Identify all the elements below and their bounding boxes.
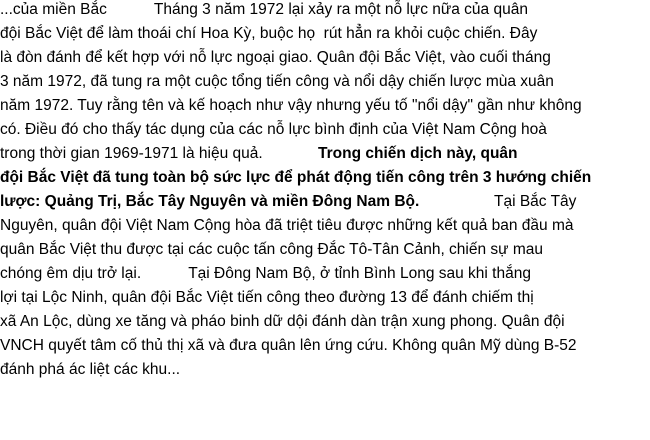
text-line-1: ...của miền Bắc Tháng 3 năm 1972 lại xảy… [0, 1, 528, 18]
bold-text-line-8: đội Bắc Việt đã tung toàn bộ sức lực để … [0, 169, 592, 186]
text-line-4: 3 năm 1972, đã tung ra một cuộc tổng tiế… [0, 73, 554, 90]
text-line-10: Nguyên, quân đội Việt Nam Cộng hòa đã tr… [0, 217, 574, 234]
text-line-15: VNCH quyết tâm cố thủ thị xã và đưa quân… [0, 337, 577, 354]
text-line-9-tail: Tại Bắc Tây [494, 193, 577, 210]
text-line-5: năm 1972. Tuy rằng tên và kế hoạch như v… [0, 97, 582, 114]
document-page: ...của miền Bắc Tháng 3 năm 1972 lại xảy… [0, 0, 650, 440]
bold-text-line-9: lược: Quảng Trị, Bắc Tây Nguyên và miền … [0, 193, 420, 210]
text-line-6: có. Điều đó cho thấy tác dụng của các nỗ… [0, 121, 547, 138]
text-line-12: chóng êm dịu trở lại. Tại Đông Nam Bộ, ở… [0, 265, 531, 282]
text-line-7: trong thời gian 1969-1971 là hiệu quả. [0, 145, 263, 162]
bold-text-line-7: Trong chiến dịch này, quân [318, 145, 518, 162]
text-line-13: lợi tại Lộc Ninh, quân đội Bắc Việt tiến… [0, 289, 534, 306]
text-line-14: xã An Lộc, dùng xe tăng và pháo binh dữ … [0, 313, 565, 330]
text-line-16: đánh phá ác liệt các khu... [0, 361, 181, 378]
text-line-2: đội Bắc Việt để làm thoái chí Hoa Kỳ, bu… [0, 25, 538, 42]
text-line-3: là đòn đánh để kết hợp với nỗ lực ngoại … [0, 49, 551, 66]
text-line-11: quân Bắc Việt thu được tại các cuộc tấn … [0, 241, 543, 258]
